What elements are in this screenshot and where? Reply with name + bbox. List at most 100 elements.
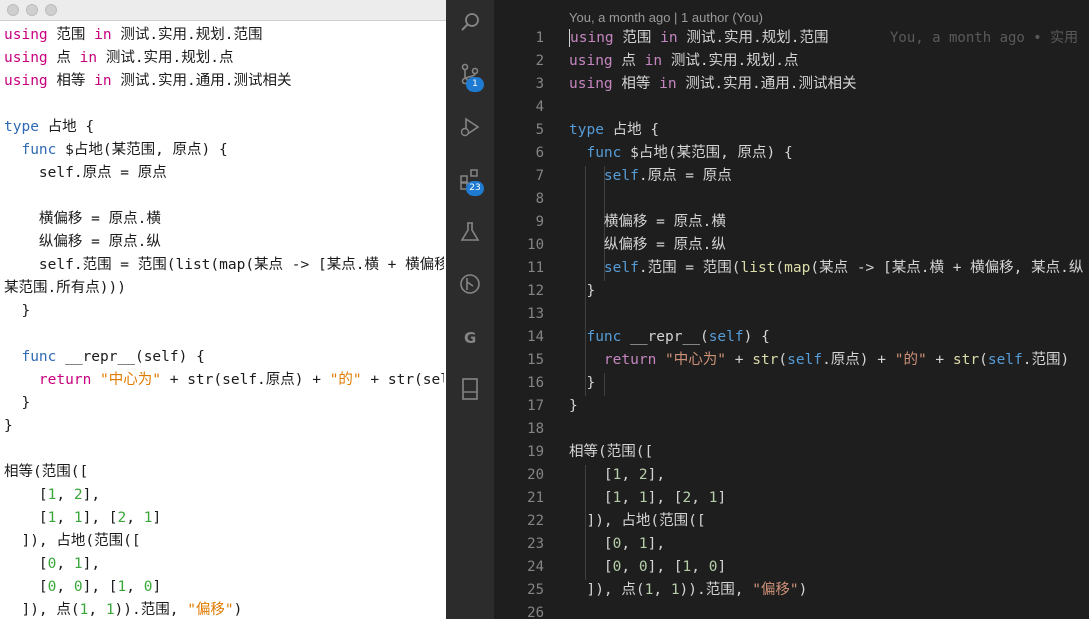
code-token: 测试.实用.规划.点	[97, 50, 234, 66]
line-number: 14	[527, 329, 544, 345]
code-line[interactable]: 相等(范围([	[569, 441, 1089, 464]
code-line[interactable]: type 占地 {	[569, 119, 1089, 142]
close-window-button[interactable]	[7, 4, 19, 16]
code-line[interactable]: 某范围.所有点)))	[4, 277, 444, 300]
code-token: [	[4, 556, 48, 572]
code-line[interactable]: 纵偏移 = 原点.纵	[4, 231, 444, 254]
code-editor[interactable]: You, a month ago | 1 author (You) 123456…	[494, 0, 1089, 619]
code-token: type	[569, 122, 604, 138]
code-token: 2	[638, 467, 648, 483]
code-line[interactable]: 纵偏移 = 原点.纵	[569, 234, 1089, 257]
code-line[interactable]: 横偏移 = 原点.横	[569, 211, 1089, 234]
code-line[interactable]: using 点 in 测试.实用.规划.点	[4, 47, 444, 70]
code-line[interactable]: ]), 占地(范围([	[569, 510, 1089, 533]
code-line[interactable]: using 范围 in 测试.实用.规划.范围 You, a month ago …	[569, 27, 1089, 50]
editor-text[interactable]: using 范围 in 测试.实用.规划.范围 You, a month ago …	[569, 27, 1089, 619]
code-line[interactable]: [1, 2],	[569, 464, 1089, 487]
code-token: ]	[152, 579, 162, 595]
search-icon[interactable]	[458, 10, 482, 34]
code-token: ],	[82, 487, 101, 503]
code-line[interactable]: [0, 0], [1, 0]	[4, 576, 444, 599]
blame-codelens[interactable]: You, a month ago | 1 author (You)	[569, 10, 763, 25]
code-token: 2	[73, 487, 83, 503]
code-token: [	[569, 467, 613, 483]
code-token: }	[569, 398, 578, 414]
code-line[interactable]	[569, 188, 1089, 211]
code-line[interactable]	[4, 438, 444, 461]
code-token: ]	[717, 559, 727, 575]
code-token: 测试.实用.规划.范围	[677, 30, 829, 46]
code-line[interactable]: 横偏移 = 原点.横	[4, 208, 444, 231]
code-line[interactable]: }	[569, 280, 1089, 303]
code-token: (	[979, 352, 988, 368]
left-code-area[interactable]: using 范围 in 测试.实用.规划.范围 using 点 in 测试.实用.…	[4, 24, 444, 622]
code-line[interactable]: func __repr__(self) {	[569, 326, 1089, 349]
code-line[interactable]: }	[4, 415, 444, 438]
line-number: 17	[527, 398, 544, 414]
code-token: func	[21, 142, 57, 158]
code-line[interactable]: }	[4, 392, 444, 415]
code-line[interactable]	[569, 96, 1089, 119]
code-line[interactable]: [1, 1], [2, 1]	[4, 507, 444, 530]
code-token: 1	[682, 559, 692, 575]
zoom-window-button[interactable]	[45, 4, 57, 16]
code-line[interactable]: using 相等 in 测试.实用.通用.测试相关	[569, 73, 1089, 96]
code-token: 占地 {	[603, 122, 660, 138]
code-line[interactable]	[4, 185, 444, 208]
code-token: 横偏移 = 原点.横	[4, 211, 161, 227]
code-line[interactable]: [0, 1],	[569, 533, 1089, 556]
code-line[interactable]: [1, 1], [2, 1]	[569, 487, 1089, 510]
code-line[interactable]: func $占地(某范围, 原点) {	[4, 139, 444, 162]
code-line[interactable]	[569, 602, 1089, 619]
code-token: ,	[56, 556, 74, 572]
debug-icon[interactable]	[458, 115, 482, 139]
code-token: ], [	[82, 579, 118, 595]
code-line[interactable]: using 范围 in 测试.实用.规划.范围	[4, 24, 444, 47]
code-line[interactable]: }	[569, 395, 1089, 418]
code-line[interactable]: }	[4, 300, 444, 323]
code-token: ]), 占地(范围([	[569, 513, 706, 529]
book-icon[interactable]	[458, 377, 482, 401]
git-graph-icon[interactable]	[458, 272, 482, 296]
code-line[interactable]: self.原点 = 原点	[569, 165, 1089, 188]
minimize-window-button[interactable]	[26, 4, 38, 16]
code-line[interactable]: self.原点 = 原点	[4, 162, 444, 185]
code-token: in	[660, 30, 678, 46]
code-line[interactable]	[4, 323, 444, 346]
code-token: 相等	[47, 73, 95, 89]
code-token: list	[740, 260, 776, 276]
code-token: self	[603, 168, 639, 184]
code-line[interactable]: [0, 1],	[4, 553, 444, 576]
code-line[interactable]	[569, 418, 1089, 441]
code-line[interactable]: using 点 in 测试.实用.规划.点	[569, 50, 1089, 73]
code-line[interactable]: using 相等 in 测试.实用.通用.测试相关	[4, 70, 444, 93]
code-line[interactable]: return "中心为" + str(self.原点) + "的" + str(…	[4, 369, 444, 392]
code-line[interactable]	[4, 93, 444, 116]
code-line[interactable]: return "中心为" + str(self.原点) + "的" + str(…	[569, 349, 1089, 372]
code-line[interactable]: }	[569, 372, 1089, 395]
code-line[interactable]: ]), 点(1, 1)).范围, "偏移")	[569, 579, 1089, 602]
code-token: self.范围 = 范围(list(map(某点 -> [某点.横 + 横偏移,…	[38, 257, 444, 273]
code-line[interactable]: type 占地 {	[4, 116, 444, 139]
gitlens-icon[interactable]: G	[458, 325, 482, 349]
code-line[interactable]: [1, 2],	[4, 484, 444, 507]
code-token: map	[784, 260, 811, 276]
code-line[interactable]: func __repr__(self) {	[4, 346, 444, 369]
code-token: self	[708, 329, 744, 345]
code-line[interactable]: func $占地(某范围, 原点) {	[569, 142, 1089, 165]
extensions-badge: 23	[466, 181, 484, 196]
code-line[interactable]: self.范围 = 范围(list(map(某点 -> [某点.横 + 横偏移,…	[569, 257, 1089, 280]
code-token: in	[94, 27, 112, 43]
code-line[interactable]	[569, 303, 1089, 326]
code-line[interactable]: 相等(范围([	[4, 461, 444, 484]
line-number: 25	[527, 582, 544, 598]
code-line[interactable]: self.范围 = 范围(list(map(某点 -> [某点.横 + 横偏移,…	[4, 254, 444, 277]
code-line[interactable]: [0, 0], [1, 0]	[569, 556, 1089, 579]
code-line[interactable]: ]), 占地(范围([	[4, 530, 444, 553]
test-flask-icon[interactable]	[458, 220, 482, 244]
